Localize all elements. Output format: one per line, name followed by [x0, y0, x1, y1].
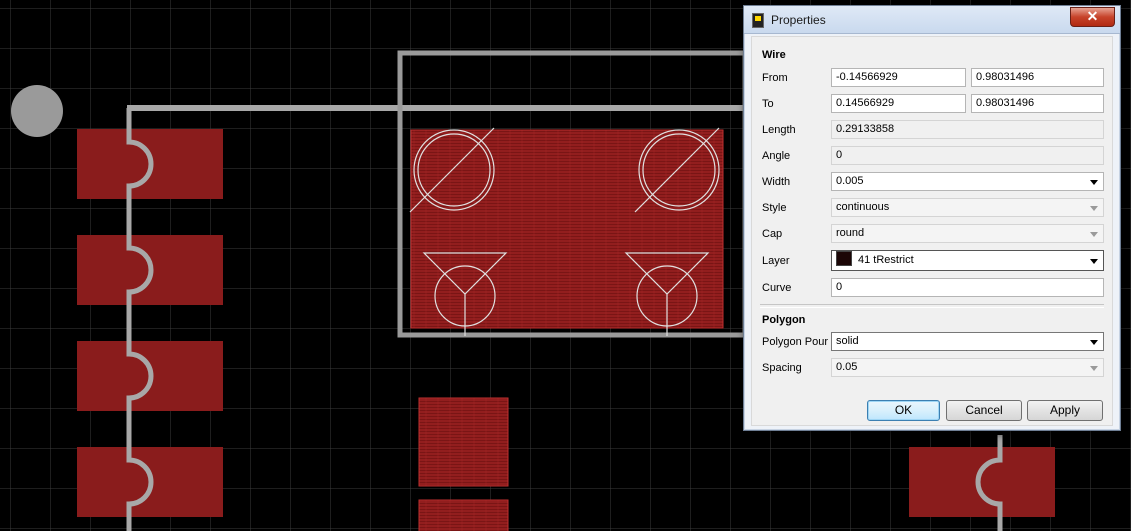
- layer-select[interactable]: 41 tRestrict: [831, 250, 1104, 271]
- close-icon: ✕: [1086, 8, 1099, 24]
- angle-label: Angle: [762, 150, 791, 162]
- cancel-button[interactable]: Cancel: [946, 400, 1022, 421]
- via-hole[interactable]: [11, 85, 63, 137]
- style-label: Style: [762, 202, 787, 214]
- length-field: 0.29133858: [831, 120, 1104, 139]
- style-value: continuous: [836, 201, 890, 213]
- dialog-title: Properties: [771, 13, 826, 27]
- angle-field: 0: [831, 146, 1104, 165]
- polygon-pour-label: Polygon Pour: [762, 336, 829, 348]
- dialog-content: Wire From -0.14566929 0.98031496 To 0.14…: [751, 36, 1113, 426]
- length-label: Length: [762, 124, 796, 136]
- chevron-down-icon: [1090, 366, 1098, 371]
- from-y-field[interactable]: 0.98031496: [971, 68, 1104, 87]
- spacing-label: Spacing: [762, 362, 802, 374]
- apply-button[interactable]: Apply: [1027, 400, 1103, 421]
- polygon-pour-select[interactable]: solid: [831, 332, 1104, 351]
- width-label: Width: [762, 176, 791, 188]
- layer-label: Layer: [762, 255, 790, 267]
- chevron-down-icon: [1090, 259, 1098, 264]
- curve-label: Curve: [762, 282, 792, 294]
- polygon-pour-value: solid: [836, 335, 859, 347]
- title-bar[interactable]: Properties ✕: [744, 6, 1120, 34]
- layer-color-swatch: [836, 251, 852, 266]
- chevron-down-icon: [1090, 180, 1098, 185]
- cap-select[interactable]: round: [831, 224, 1104, 243]
- restrict-pad[interactable]: [418, 397, 509, 487]
- to-label: To: [762, 98, 774, 110]
- spacing-combobox[interactable]: 0.05: [831, 358, 1104, 377]
- style-select[interactable]: continuous: [831, 198, 1104, 217]
- wire-section-label: Wire: [762, 49, 786, 61]
- chevron-down-icon: [1090, 340, 1098, 345]
- to-x-field[interactable]: 0.14566929: [831, 94, 966, 113]
- from-label: From: [762, 72, 788, 84]
- restrict-pad[interactable]: [418, 499, 509, 531]
- width-combobox[interactable]: 0.005: [831, 172, 1104, 191]
- close-button[interactable]: ✕: [1070, 7, 1115, 27]
- section-divider: [760, 304, 1104, 308]
- ok-button[interactable]: OK: [867, 400, 940, 421]
- cap-label: Cap: [762, 228, 783, 240]
- spacing-value: 0.05: [836, 361, 858, 373]
- width-value: 0.005: [836, 175, 864, 187]
- layer-value: 41 tRestrict: [858, 254, 914, 266]
- smd-pad[interactable]: [909, 447, 1055, 517]
- cap-value: round: [836, 227, 865, 239]
- properties-dialog: Properties ✕ Wire From -0.14566929 0.980…: [743, 5, 1121, 431]
- polygon-section-label: Polygon: [762, 314, 806, 326]
- chevron-down-icon: [1090, 232, 1098, 237]
- properties-window-icon: [752, 13, 764, 28]
- chevron-down-icon: [1090, 206, 1098, 211]
- from-x-field[interactable]: -0.14566929: [831, 68, 966, 87]
- curve-field[interactable]: 0: [831, 278, 1104, 297]
- restrict-polygon[interactable]: [410, 129, 724, 329]
- to-y-field[interactable]: 0.98031496: [971, 94, 1104, 113]
